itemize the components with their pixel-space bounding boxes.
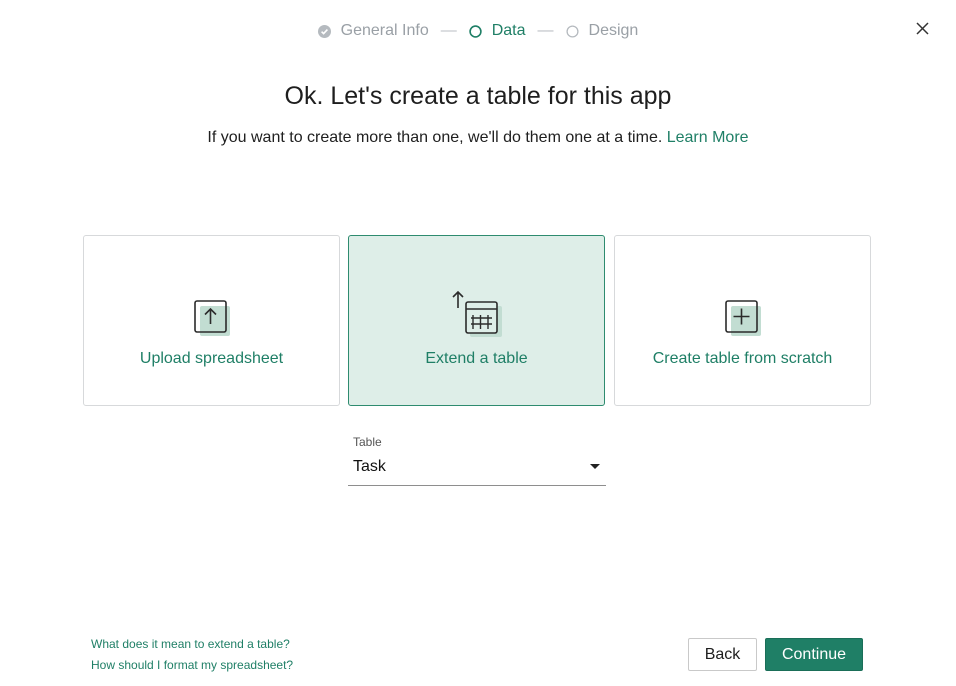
- upload-icon: [184, 282, 240, 338]
- add-table-icon: [715, 282, 771, 338]
- subtitle-text: If you want to create more than one, we'…: [207, 129, 663, 146]
- check-circle-icon: [317, 24, 331, 38]
- table-select-value: Task: [353, 458, 386, 475]
- table-select-field: Table Task: [348, 435, 606, 486]
- extend-table-card[interactable]: Extend a table: [348, 235, 605, 406]
- step-design: Design: [565, 22, 639, 40]
- back-button[interactable]: Back: [688, 638, 757, 671]
- extend-table-icon: [449, 282, 505, 338]
- page-title: Ok. Let's create a table for this app: [284, 82, 672, 110]
- extend-table-help-link[interactable]: What does it mean to extend a table?: [91, 634, 293, 655]
- format-spreadsheet-help-link[interactable]: How should I format my spreadsheet?: [91, 655, 293, 676]
- circle-outline-icon: [565, 24, 579, 38]
- wizard-stepper: General Info — Data — Design: [0, 22, 956, 40]
- step-separator: —: [537, 22, 554, 39]
- continue-button[interactable]: Continue: [765, 638, 863, 671]
- step-label: General Info: [340, 22, 429, 39]
- step-separator: —: [440, 22, 457, 39]
- card-label: Extend a table: [425, 350, 528, 367]
- help-links: What does it mean to extend a table? How…: [91, 634, 293, 675]
- upload-spreadsheet-card[interactable]: Upload spreadsheet: [83, 235, 340, 406]
- page-subtitle: If you want to create more than one, we'…: [0, 129, 956, 147]
- step-label: Data: [491, 22, 526, 39]
- step-data: Data: [469, 22, 526, 40]
- step-label: Design: [588, 22, 639, 39]
- create-table-from-scratch-card[interactable]: Create table from scratch: [614, 235, 871, 406]
- learn-more-link[interactable]: Learn More: [667, 129, 749, 146]
- card-label: Create table from scratch: [652, 350, 833, 367]
- caret-down-icon: [590, 464, 600, 469]
- table-select[interactable]: Task: [348, 458, 606, 486]
- step-general-info: General Info: [317, 22, 429, 40]
- circle-outline-icon: [469, 24, 482, 38]
- card-label: Upload spreadsheet: [139, 350, 284, 367]
- close-button[interactable]: [910, 16, 934, 40]
- table-select-label: Table: [353, 435, 382, 449]
- close-icon: [915, 21, 929, 35]
